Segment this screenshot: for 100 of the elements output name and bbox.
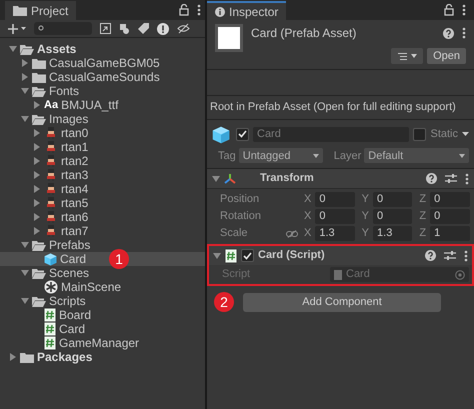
caret-icon[interactable] <box>462 132 469 136</box>
tree-item[interactable]: rtan4 <box>0 182 205 196</box>
number-field[interactable]: 0 <box>315 209 355 224</box>
tree-item[interactable]: rtan0 <box>0 126 205 140</box>
tag-icon[interactable] <box>138 23 149 34</box>
more-icon[interactable] <box>465 172 469 184</box>
add-icon[interactable] <box>8 24 26 34</box>
tree-item[interactable]: rtan1 <box>0 140 205 154</box>
tree-item[interactable]: Aa BMJUA_ttf <box>0 98 205 112</box>
tree-item[interactable]: rtan3 <box>0 168 205 182</box>
tree-item[interactable]: Card 1 <box>0 252 205 266</box>
number-field[interactable]: 0 <box>373 192 412 207</box>
layer-dropdown[interactable]: Default <box>364 148 469 164</box>
axis-label: X <box>304 192 312 208</box>
expanded-arrow-icon[interactable] <box>8 45 16 53</box>
tree-item[interactable]: Scripts <box>0 294 205 308</box>
more-icon[interactable] <box>197 4 201 16</box>
pixel-character-icon <box>44 168 58 182</box>
settings-sliders-icon[interactable] <box>444 250 456 261</box>
help-icon[interactable] <box>443 28 454 38</box>
pixel-character-icon <box>44 224 58 238</box>
component-header[interactable]: Card (Script) <box>209 246 472 265</box>
script-icon <box>44 308 56 322</box>
folder-icon <box>32 72 46 82</box>
tree-item[interactable]: Board <box>0 308 205 322</box>
tree-item[interactable]: rtan7 <box>0 224 205 238</box>
number-field[interactable]: 0 <box>373 209 412 224</box>
component-header[interactable]: Transform <box>207 169 474 189</box>
number-field[interactable]: 1 <box>430 226 470 241</box>
caret-icon <box>410 54 417 58</box>
tree-item[interactable]: CasualGameSounds <box>0 70 205 84</box>
tree-item[interactable]: CasualGameBGM05 <box>0 56 205 70</box>
tree-item[interactable]: Packages <box>0 350 205 364</box>
number-field[interactable]: 1.3 <box>373 226 412 241</box>
tree-item[interactable]: Fonts <box>0 84 205 98</box>
static-checkbox[interactable] <box>413 128 426 141</box>
more-icon[interactable] <box>462 4 466 16</box>
tree-item[interactable]: Card <box>0 322 205 336</box>
open-button[interactable]: Open <box>427 48 466 64</box>
hidden-eye-icon[interactable] <box>177 23 190 34</box>
help-icon[interactable] <box>426 173 437 184</box>
pixel-character-icon <box>44 210 58 224</box>
prefab-note: Root in Prefab Asset (Open for full editing support) <box>210 100 456 116</box>
number-field[interactable]: 0 <box>430 192 470 207</box>
tag-dropdown[interactable]: Untagged <box>238 148 323 164</box>
enabled-checkbox[interactable] <box>241 249 254 262</box>
item-label: CasualGameBGM05 <box>49 55 160 72</box>
tree-item[interactable]: Prefabs <box>0 238 205 252</box>
tree-item[interactable]: rtan6 <box>0 210 205 224</box>
tree-item[interactable]: MainScene <box>0 280 205 294</box>
filter-type-icon[interactable] <box>119 22 130 34</box>
item-label: CasualGameSounds <box>49 69 160 86</box>
callout-badge: 1 <box>109 249 130 269</box>
active-checkbox[interactable] <box>236 128 249 141</box>
axis-label: Y <box>362 209 370 224</box>
unlinked-chain-icon[interactable] <box>286 230 298 238</box>
window-icon[interactable] <box>100 23 111 34</box>
number-field[interactable]: 0 <box>430 209 470 224</box>
collapsed-arrow-icon[interactable] <box>8 353 16 361</box>
open-folder-icon <box>32 268 46 278</box>
tree-item[interactable]: GameManager <box>0 336 205 350</box>
warning-icon[interactable] <box>157 22 169 34</box>
expanded-arrow-icon[interactable] <box>20 241 28 249</box>
item-label: MainScene <box>61 279 122 296</box>
collapsed-arrow-icon[interactable] <box>32 101 40 109</box>
tree-item[interactable]: Assets <box>0 42 205 56</box>
item-label: Card <box>59 321 86 338</box>
expanded-arrow-icon[interactable] <box>212 174 220 182</box>
target-icon[interactable] <box>455 270 465 280</box>
more-icon[interactable] <box>462 27 466 39</box>
help-icon[interactable] <box>425 250 436 261</box>
lock-icon[interactable] <box>179 4 189 16</box>
more-icon[interactable] <box>464 250 468 262</box>
panel-tab[interactable]: Inspector <box>207 1 286 20</box>
lock-icon[interactable] <box>444 4 454 16</box>
search-field[interactable] <box>34 22 92 35</box>
expanded-arrow-icon[interactable] <box>213 252 221 260</box>
tree-item[interactable]: Scenes <box>0 266 205 280</box>
expanded-arrow-icon[interactable] <box>20 115 28 123</box>
item-label: rtan2 <box>61 153 88 170</box>
expanded-arrow-icon[interactable] <box>20 87 28 95</box>
item-label: rtan1 <box>61 139 88 156</box>
tree-item[interactable]: Images <box>0 112 205 126</box>
script-icon <box>44 336 56 350</box>
add-component-button[interactable]: Add Component <box>243 292 441 312</box>
property-label: Position <box>220 192 260 208</box>
settings-sliders-icon[interactable] <box>445 173 457 184</box>
tree-item[interactable]: rtan5 <box>0 196 205 210</box>
expanded-arrow-icon[interactable] <box>20 269 28 277</box>
item-label: Card <box>60 251 86 268</box>
number-field[interactable]: 1.3 <box>315 226 355 241</box>
item-label: rtan7 <box>61 223 88 240</box>
list-icon <box>398 52 407 60</box>
folder-icon <box>32 58 46 68</box>
number-field[interactable]: 0 <box>315 192 355 207</box>
item-label: Scenes <box>49 265 90 282</box>
panel-tab[interactable]: Project <box>5 1 76 20</box>
tree-item[interactable]: rtan2 <box>0 154 205 168</box>
list-dropdown[interactable] <box>391 48 424 64</box>
expanded-arrow-icon[interactable] <box>20 297 28 305</box>
